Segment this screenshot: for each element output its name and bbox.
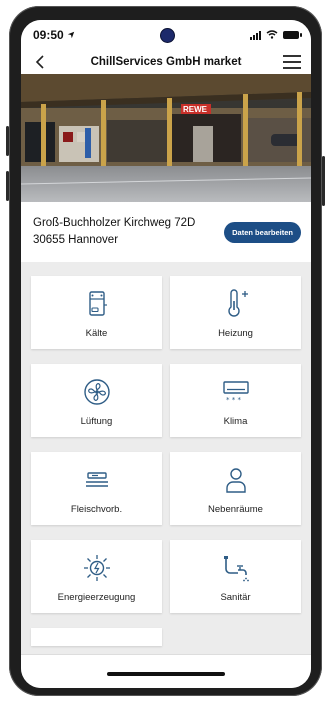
menu-button[interactable] (283, 55, 301, 69)
signal-icon (250, 30, 261, 40)
tile-label: Sanitär (220, 592, 251, 603)
bottom-bar (21, 654, 311, 688)
address-section: Groß-Buchholzer Kirchweg 72D 30655 Hanno… (21, 202, 311, 262)
home-indicator[interactable] (107, 672, 225, 676)
tile-sanitaer[interactable]: Sanitär (170, 540, 301, 613)
phone-frame: 09:50 ChillServices GmbH market REWE Gro… (6, 6, 325, 696)
thermometer-plus-icon (220, 288, 252, 320)
app-screen: 09:50 ChillServices GmbH market REWE Gro… (21, 20, 311, 688)
tile-label: Lüftung (80, 416, 113, 427)
battery-icon (283, 31, 302, 39)
tile-label: Kälte (85, 328, 108, 339)
phone-side-button (6, 126, 9, 156)
address-city: 30655 Hannover (33, 234, 119, 246)
store-sign: REWE (183, 105, 208, 114)
status-bar: 09:50 (21, 20, 311, 50)
fridge-icon (81, 288, 113, 320)
tile-label: Energieerzeugung (57, 592, 136, 603)
person-icon (220, 464, 252, 496)
phone-side-button (6, 171, 9, 201)
page-title: ChillServices GmbH market (90, 56, 242, 68)
tile-fleischvorb[interactable]: Fleischvorb. (31, 452, 162, 525)
tile-label: Heizung (218, 328, 253, 339)
tile-energieerzeugung[interactable]: Energieerzeugung (31, 540, 162, 613)
svg-text:* * *: * * * (226, 396, 241, 404)
front-camera (161, 29, 174, 42)
edit-data-button[interactable]: Daten bearbeiten (224, 221, 301, 243)
tile-label: Fleischvorb. (70, 504, 123, 515)
tile-kaelte[interactable]: Kälte (31, 276, 162, 349)
back-button[interactable] (31, 53, 49, 71)
tile-nebenraeume[interactable]: Nebenräume (170, 452, 301, 525)
phone-power-button (322, 156, 325, 206)
status-time: 09:50 (33, 28, 64, 42)
air-conditioner-icon: * * * (220, 376, 252, 408)
tile-label: Klima (223, 416, 248, 427)
tile-label: Nebenräume (208, 504, 263, 515)
fan-icon (81, 376, 113, 408)
wifi-icon (266, 26, 278, 44)
tile-klima[interactable]: * * * Klima (170, 364, 301, 437)
address-street: Groß-Buchholzer Kirchweg 72D (33, 217, 196, 229)
store-photo: REWE (21, 74, 311, 202)
tile-heizung[interactable]: Heizung (170, 276, 301, 349)
sun-energy-icon (81, 552, 113, 584)
meat-counter-icon (81, 464, 113, 496)
location-arrow-icon (67, 26, 75, 44)
tile-partial[interactable] (31, 628, 162, 646)
chevron-left-icon (35, 55, 44, 69)
faucet-icon (220, 552, 252, 584)
nav-bar: ChillServices GmbH market (21, 50, 311, 74)
tile-lueftung[interactable]: Lüftung (31, 364, 162, 437)
